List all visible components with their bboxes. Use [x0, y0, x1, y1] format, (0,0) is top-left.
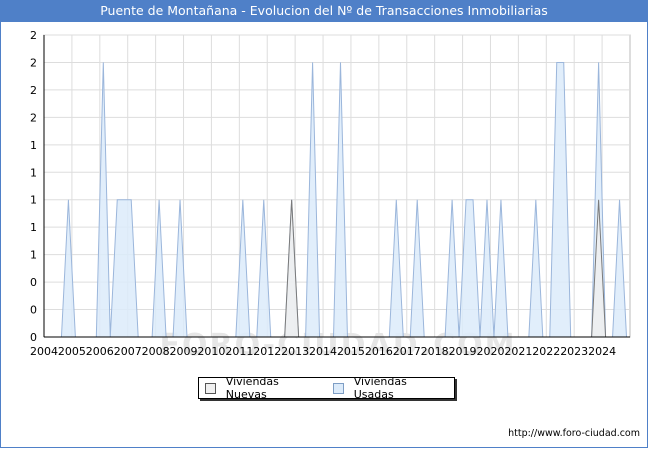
- x-tick-label: 2008: [142, 345, 170, 358]
- legend-label-usadas: Viviendas Usadas: [353, 375, 407, 401]
- y-tick-label: 0: [30, 304, 37, 317]
- y-tick-label: 1: [30, 139, 37, 152]
- y-tick-label: 0: [30, 331, 37, 344]
- x-tick-label: 2016: [365, 345, 393, 358]
- x-tick-label: 2019: [449, 345, 477, 358]
- y-tick-label: 2: [30, 56, 37, 69]
- y-tick-label: 1: [30, 166, 37, 179]
- legend-swatch-nuevas: [205, 382, 216, 394]
- x-tick-label: 2012: [253, 345, 281, 358]
- y-tick-label: 1: [30, 249, 37, 262]
- y-tick-label: 2: [30, 111, 37, 124]
- x-tick-label: 2007: [114, 345, 142, 358]
- y-tick-label: 2: [30, 29, 37, 42]
- legend: Viviendas Nuevas Viviendas Usadas: [198, 375, 455, 401]
- x-tick-label: 2023: [560, 345, 588, 358]
- y-tick-label: 1: [30, 221, 37, 234]
- legend-label-nuevas: Viviendas Nuevas: [225, 375, 279, 401]
- y-tick-label: 2: [30, 84, 37, 97]
- x-tick-label: 2009: [170, 345, 198, 358]
- x-tick-label: 2022: [532, 345, 560, 358]
- x-tick-label: 2004: [30, 345, 58, 358]
- y-tick-label: 1: [30, 194, 37, 207]
- source-link[interactable]: http://www.foro-ciudad.com: [508, 428, 640, 439]
- legend-item-usadas: Viviendas Usadas: [332, 375, 448, 401]
- legend-swatch-usadas: [332, 382, 344, 394]
- x-tick-label: 2018: [421, 345, 449, 358]
- legend-item-nuevas: Viviendas Nuevas: [205, 375, 321, 401]
- x-tick-label: 2017: [393, 345, 421, 358]
- x-tick-label: 2005: [58, 345, 86, 358]
- x-tick-label: 2006: [86, 345, 114, 358]
- x-tick-label: 2024: [588, 345, 616, 358]
- x-tick-label: 2021: [504, 345, 532, 358]
- x-tick-label: 2011: [225, 345, 253, 358]
- x-tick-label: 2010: [197, 345, 225, 358]
- y-tick-label: 0: [30, 276, 37, 289]
- x-tick-label: 2014: [309, 345, 337, 358]
- x-tick-label: 2020: [476, 345, 504, 358]
- x-tick-label: 2015: [337, 345, 365, 358]
- x-tick-label: 2013: [281, 345, 309, 358]
